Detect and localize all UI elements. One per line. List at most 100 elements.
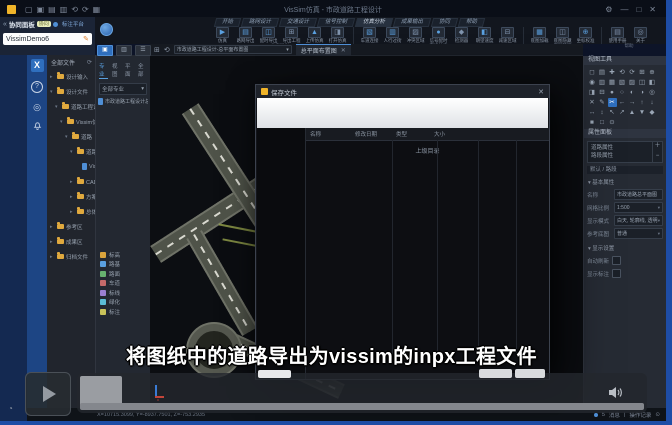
view-tool-icon[interactable]: ▼ <box>638 108 647 117</box>
dialog-close-icon[interactable]: ✕ <box>538 88 544 96</box>
tree-expand-icon[interactable]: ▾ <box>50 89 55 95</box>
help-icon[interactable]: ? <box>31 81 43 93</box>
grid-icon[interactable]: ⊞ <box>154 46 160 54</box>
view-tool-icon[interactable]: ▲ <box>628 108 637 117</box>
annotation-platform-link[interactable]: 标注平台 <box>62 20 84 28</box>
tree-expand-icon[interactable]: ▾ <box>55 104 60 110</box>
tree-item[interactable]: ▾ Vissim仿真 <box>47 114 95 129</box>
view-tool-icon[interactable]: ⊟ <box>598 88 607 97</box>
view-tool-icon[interactable]: ⟲ <box>618 68 627 77</box>
layer-item[interactable]: 绿化 <box>96 298 150 308</box>
tree-item[interactable]: ▸ 方案设计 <box>47 189 95 204</box>
locate-icon[interactable]: ◎ <box>33 102 41 112</box>
undo-icon[interactable]: ⟲ <box>71 5 78 15</box>
ribbon-button[interactable]: ▤使用手册 <box>606 27 629 43</box>
help-float-icon[interactable]: ◔ <box>8 404 13 413</box>
save-icon[interactable]: ▤ <box>48 5 56 15</box>
layer-item[interactable]: 标注 <box>96 307 150 317</box>
ribbon-button[interactable]: ◫底图隐藏 <box>551 27 574 43</box>
notification-bell-icon[interactable] <box>33 121 42 132</box>
view-tool-icon[interactable]: ⊙ <box>608 118 617 127</box>
property-value-input[interactable]: 市政道路总平面图 <box>614 189 663 200</box>
view-tool-icon[interactable]: ↗ <box>618 108 627 117</box>
tree-item[interactable]: ▸ 成果区 <box>47 234 95 249</box>
open-file-icon[interactable]: ▣ <box>37 5 45 15</box>
ribbon-tab[interactable]: 信号控制 <box>317 18 355 27</box>
tree-expand-icon[interactable]: ▸ <box>50 74 55 80</box>
view-tool-icon[interactable]: ◆ <box>648 108 657 117</box>
view-tool-icon[interactable]: ▧ <box>618 78 627 87</box>
edit-pen-icon[interactable]: ✎ <box>83 35 89 43</box>
save-all-icon[interactable]: ▥ <box>60 5 68 15</box>
view-tool-icon[interactable]: ▨ <box>628 78 637 87</box>
model-panel-tab[interactable]: 平面 <box>125 62 134 79</box>
undo-view-icon[interactable]: ⟲ <box>164 46 170 54</box>
layer-item[interactable]: 标高 <box>96 250 150 260</box>
ribbon-button[interactable]: ⊕坐标校准 <box>574 27 597 43</box>
refresh-icon[interactable]: ⟳ <box>87 59 92 66</box>
ribbon-button[interactable]: ◨打开仿真 <box>326 27 349 43</box>
tree-expand-icon[interactable]: ▸ <box>70 209 75 215</box>
model-panel-tab[interactable]: 视图 <box>112 62 121 79</box>
tree-item[interactable]: Vissim.inpx <box>47 159 95 174</box>
tree-expand-icon[interactable]: ▾ <box>65 134 70 140</box>
panel-view-button-active[interactable]: ▣ <box>97 45 113 56</box>
view-tool-icon[interactable]: ▥ <box>598 78 607 87</box>
ribbon-button[interactable]: ●信号配时 <box>427 27 450 43</box>
view-tool-icon[interactable]: ⊕ <box>648 68 657 77</box>
redo-icon[interactable]: ⟳ <box>82 5 89 15</box>
view-tool-icon[interactable]: □ <box>598 118 607 127</box>
add-property-button[interactable]: ＋ <box>653 142 662 152</box>
view-tool-icon[interactable]: → <box>628 98 637 107</box>
view-tool-icon[interactable]: ✕ <box>588 98 597 107</box>
panel-view-button-menu[interactable]: ☰ <box>135 45 151 56</box>
scope-bar[interactable]: 默认 / 路段 <box>587 166 663 174</box>
drawing-list-item[interactable]: 市政道路工程设计总平面图 <box>98 98 148 105</box>
tree-expand-icon[interactable]: ▸ <box>70 194 75 200</box>
view-tool-icon[interactable]: ◨ <box>588 88 597 97</box>
view-tool-icon[interactable]: ◐ <box>628 88 637 97</box>
tree-expand-icon[interactable]: ▾ <box>70 149 75 155</box>
ribbon-button[interactable]: ◎关于 <box>629 27 652 43</box>
seek-track[interactable] <box>80 403 644 410</box>
volume-icon[interactable] <box>608 385 625 405</box>
ribbon-button[interactable]: ▤路网导出 <box>234 27 257 43</box>
view-tool-icon[interactable]: ■ <box>588 118 597 127</box>
ribbon-button[interactable]: ▥人行过街 <box>381 27 404 43</box>
layer-item[interactable]: 车道 <box>96 279 150 289</box>
ribbon-tab[interactable]: 开始 <box>214 18 241 27</box>
tree-item[interactable]: ▾ 道路工程设计 <box>47 99 95 114</box>
tree-expand-icon[interactable]: ▸ <box>50 224 55 230</box>
ribbon-button[interactable]: ◧期望速度 <box>473 27 496 43</box>
ribbon-tab[interactable]: 协同 <box>431 18 458 27</box>
property-value-input[interactable]: 白天, 轮廓线, 透明 ▾ <box>614 215 663 226</box>
player-progress-bar[interactable]: x <box>77 373 647 413</box>
settings-icon[interactable]: ⚙ <box>605 5 612 15</box>
file-list-column-header[interactable]: 大小 <box>430 130 445 138</box>
ribbon-button[interactable]: ◫配时导出 <box>257 27 280 43</box>
model-panel-tab[interactable]: 全部 <box>138 62 147 79</box>
view-tool-icon[interactable]: ◉ <box>588 78 597 87</box>
tree-item[interactable]: ▸ 总体设计 <box>47 204 95 219</box>
view-tool-icon[interactable]: ↑ <box>638 98 647 107</box>
drawing-select-combo[interactable]: 市政道路工程设计-总平面布置图 ▾ <box>174 45 292 54</box>
discipline-filter-select[interactable]: 全部专业 ▾ <box>99 83 147 95</box>
collapse-panel-icon[interactable]: « <box>3 21 7 28</box>
checkbox[interactable] <box>612 256 621 265</box>
ribbon-button[interactable]: ⊞导出工程 <box>280 27 303 43</box>
layer-item[interactable]: 路面 <box>96 269 150 279</box>
view-tool-icon[interactable]: ◎ <box>648 88 657 97</box>
file-list-column-header[interactable]: 名称 <box>306 130 351 138</box>
play-button[interactable] <box>25 372 71 416</box>
ribbon-button[interactable]: ▦底图加载 <box>528 27 551 43</box>
view-tool-icon[interactable]: ↓ <box>648 98 657 107</box>
ribbon-tab[interactable]: 交通设计 <box>279 18 317 27</box>
tree-expand-icon[interactable]: ▸ <box>70 179 75 185</box>
tree-item[interactable]: ▾ 设计文件 <box>47 84 95 99</box>
view-tool-icon[interactable]: ↔ <box>588 108 597 117</box>
ribbon-button[interactable]: ▶仿真 <box>211 27 234 43</box>
tree-item[interactable]: ▸ 设计输入 <box>47 69 95 84</box>
view-tool-icon[interactable]: ↕ <box>598 108 607 117</box>
user-avatar-button[interactable] <box>100 23 113 36</box>
view-tool-icon[interactable]: ◑ <box>638 88 647 97</box>
